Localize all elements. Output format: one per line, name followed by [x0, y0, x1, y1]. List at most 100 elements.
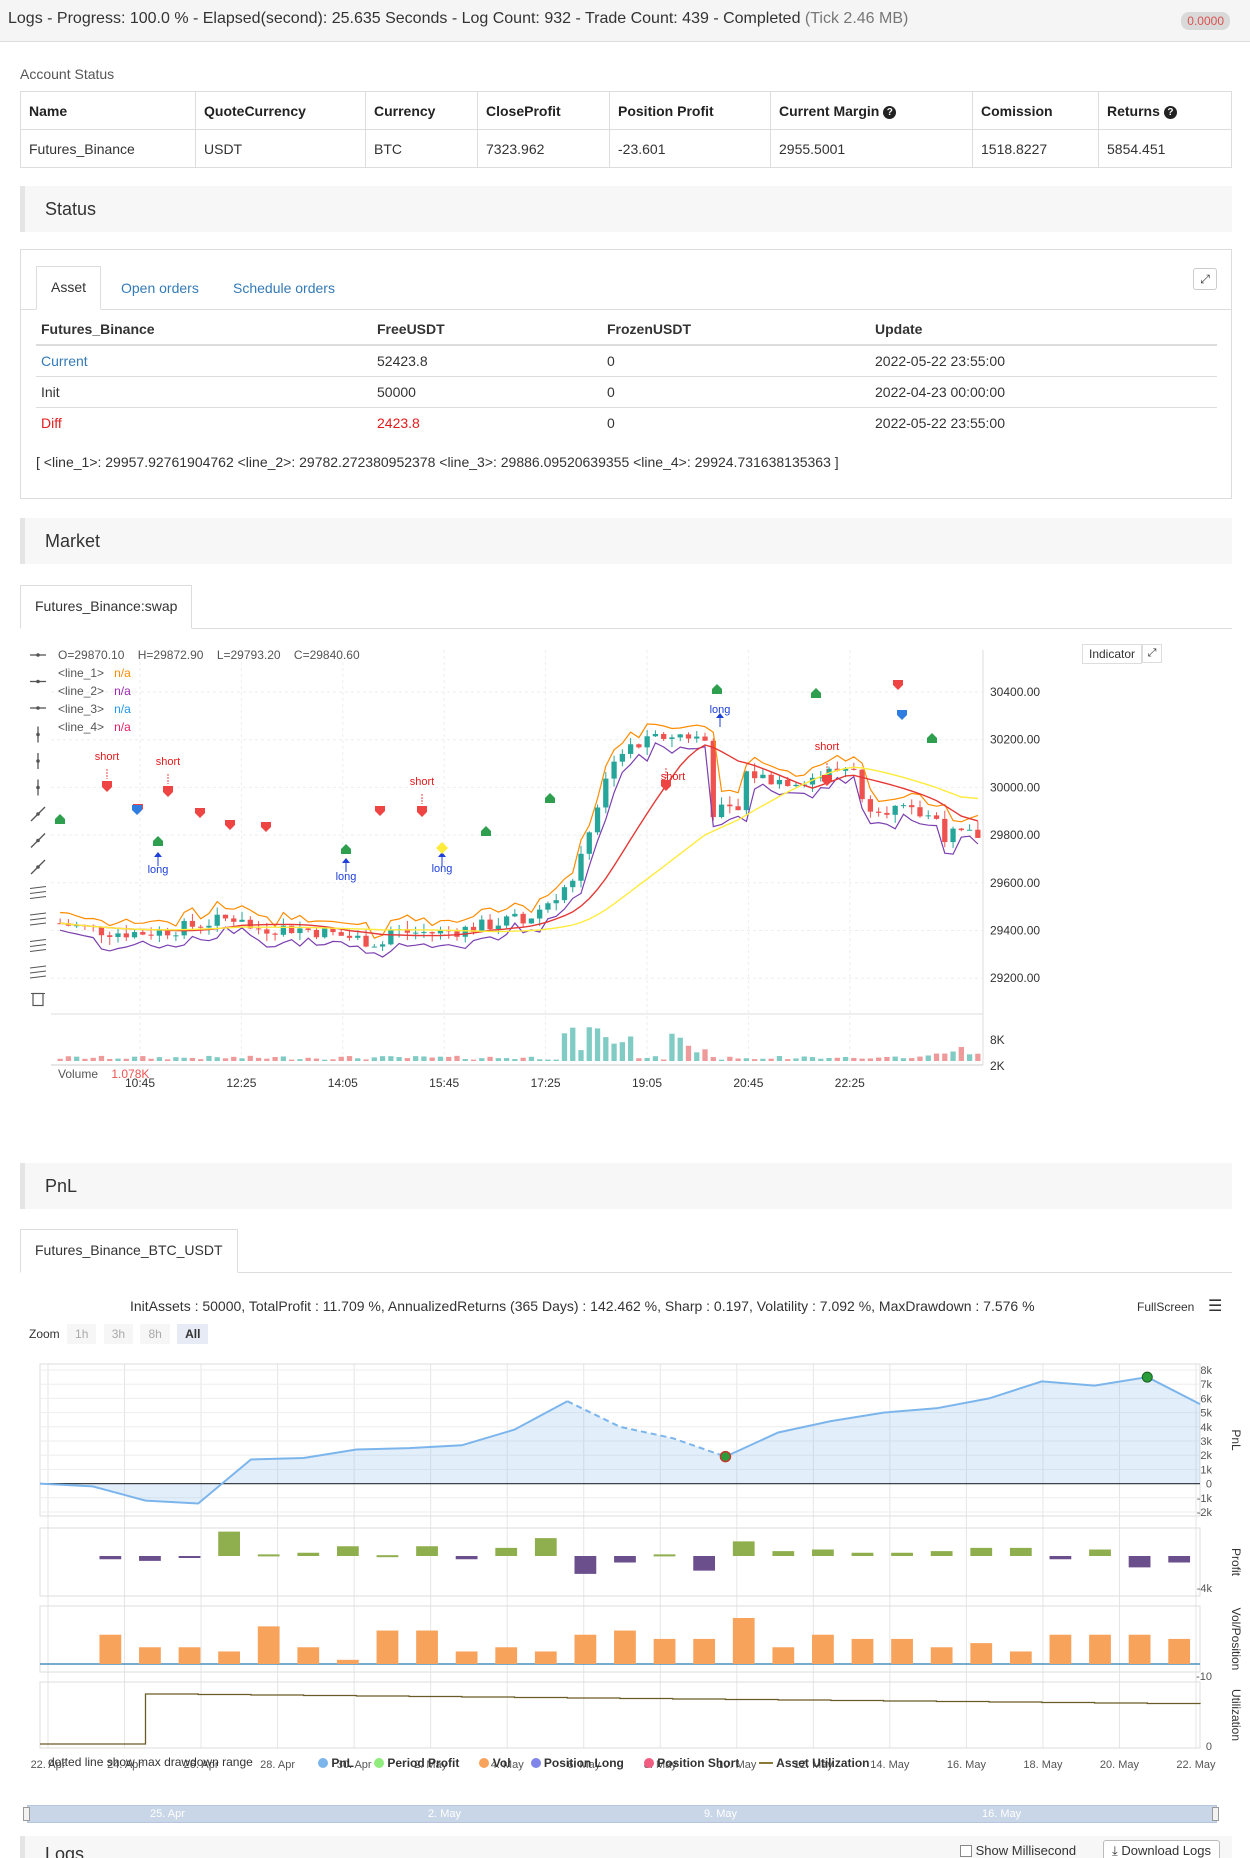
candle-body	[305, 928, 311, 930]
candle-body	[520, 913, 526, 924]
tab-open-orders[interactable]: Open orders	[121, 280, 199, 296]
pnl-tick: 1k	[1200, 1464, 1212, 1476]
legend-pnl[interactable]: PnL	[318, 1756, 354, 1770]
candle-body	[702, 736, 708, 741]
market-section-title: Market	[20, 518, 1232, 564]
volume-bar	[718, 1059, 725, 1061]
table-row: Current 52423.8 0 2022-05-22 23:55:00	[36, 344, 1217, 376]
arrow-icon[interactable]	[30, 859, 46, 875]
price-label-icon[interactable]	[29, 885, 47, 900]
navigator-handle-left[interactable]	[23, 1807, 30, 1821]
fib-icon[interactable]	[29, 965, 47, 979]
show-millisecond-toggle[interactable]: Show Millisecond	[960, 1843, 1076, 1858]
volume-bar	[239, 1058, 245, 1061]
tab-schedule-orders[interactable]: Schedule orders	[233, 280, 335, 296]
zoom-1h[interactable]: 1h	[67, 1324, 97, 1344]
vertical-line-icon[interactable]	[36, 726, 40, 743]
extended-line-icon[interactable]	[30, 706, 46, 710]
candle-body	[611, 761, 617, 779]
trash-icon[interactable]	[31, 992, 45, 1007]
volume-bar	[966, 1054, 973, 1061]
candle-body	[884, 812, 890, 815]
profit-bar	[534, 1538, 557, 1556]
candle-body	[743, 771, 750, 811]
row-current-name[interactable]: Current	[36, 344, 372, 376]
candle-body	[570, 880, 576, 888]
profit-bar	[1009, 1547, 1032, 1556]
legend-position-short[interactable]: Position Short	[643, 1756, 739, 1770]
zoom-3h[interactable]: 3h	[103, 1324, 134, 1344]
candlestick-chart[interactable]: short shortshort shortshortlonglonglonglon…	[20, 640, 1232, 1135]
ray-icon[interactable]	[30, 833, 46, 848]
tab-pnl-symbol[interactable]: Futures_Binance_BTC_USDT	[20, 1229, 238, 1273]
vertical-segment-icon[interactable]	[36, 779, 40, 796]
horizontal-line-icon[interactable]	[30, 653, 46, 657]
tick-size: (Tick 2.46 MB)	[804, 10, 909, 27]
candle-body	[594, 807, 601, 833]
tab-asset[interactable]: Asset	[36, 266, 102, 310]
volume-bar	[107, 1058, 113, 1061]
cell: 5854.451	[1098, 129, 1232, 168]
account-table: Name QuoteCurrency Currency CloseProfit …	[20, 91, 1232, 168]
help-icon[interactable]: ?	[1163, 105, 1177, 119]
volume-bar	[173, 1057, 179, 1061]
candle-body	[760, 774, 766, 779]
candle-body	[586, 832, 592, 854]
pitchfork-icon[interactable]	[29, 938, 47, 953]
vol-bar	[495, 1647, 518, 1664]
horizontal-ray-icon[interactable]	[30, 679, 46, 684]
candle-body	[107, 935, 113, 937]
help-icon[interactable]: ?	[883, 105, 897, 119]
fullscreen-icon[interactable]: ⤢	[1142, 644, 1162, 663]
legend-position-long[interactable]: Position Long	[530, 1756, 624, 1770]
volume-bar	[388, 1056, 394, 1061]
time-tick: 19:05	[632, 1076, 662, 1090]
market-chart[interactable]: short short short short short long long long lon…	[20, 640, 1232, 1135]
volume-bar	[884, 1056, 890, 1061]
vertical-ray-icon[interactable]	[36, 753, 40, 769]
volume-bar	[446, 1056, 452, 1061]
candle-body	[975, 829, 981, 838]
volume-bar	[322, 1059, 328, 1061]
menu-icon[interactable]: ☰	[1208, 1299, 1222, 1315]
short-marker	[163, 786, 173, 797]
volume-bar	[876, 1057, 882, 1061]
candle-body	[528, 918, 535, 924]
candle-body	[313, 929, 320, 938]
date-tick: 16. May	[947, 1759, 987, 1771]
expand-icon[interactable]: ⤢	[1193, 268, 1217, 290]
legend-vol[interactable]: Vol	[479, 1756, 511, 1770]
volume-bar	[495, 1058, 501, 1061]
cell: 50000	[372, 375, 602, 407]
volume-bar	[859, 1058, 865, 1061]
navigator[interactable]: 25. Apr 2. May 9. May 16. May	[27, 1805, 1217, 1823]
checkbox[interactable]	[960, 1845, 972, 1857]
trend-line-icon[interactable]	[30, 806, 46, 822]
tab-market-swap[interactable]: Futures_Binance:swap	[20, 585, 193, 629]
status-section-title: Status	[20, 186, 1232, 232]
candle-body	[98, 926, 105, 936]
row-init-name: Init	[36, 375, 372, 407]
volume-bar	[834, 1057, 840, 1061]
download-logs-button[interactable]: ⤓ Download Logs	[1103, 1840, 1220, 1858]
candle-body	[851, 768, 857, 770]
buy-marker	[341, 844, 351, 854]
short-signal-label: short	[815, 741, 839, 753]
legend-asset-utilization[interactable]: Asset Utilization	[759, 1756, 870, 1770]
parallel-channel-icon[interactable]	[29, 912, 47, 926]
line-2-lower-band	[59, 742, 979, 958]
col-name: Name	[20, 91, 196, 130]
candle-body	[495, 925, 501, 930]
candle-body	[173, 935, 179, 937]
zoom-8h[interactable]: 8h	[140, 1324, 170, 1344]
volume-bar	[148, 1058, 154, 1061]
navigator-handle-right[interactable]	[1212, 1807, 1219, 1821]
zoom-all[interactable]: All	[177, 1324, 209, 1344]
fullscreen-button[interactable]: FullScreen	[1137, 1300, 1194, 1314]
legend-period-profit[interactable]: Period Profit	[374, 1756, 459, 1770]
volume-bar	[776, 1056, 783, 1061]
buy-marker	[712, 684, 722, 694]
indicator-button[interactable]: Indicator	[1082, 644, 1143, 664]
volume-bar	[57, 1058, 63, 1061]
candle-body	[512, 913, 518, 917]
